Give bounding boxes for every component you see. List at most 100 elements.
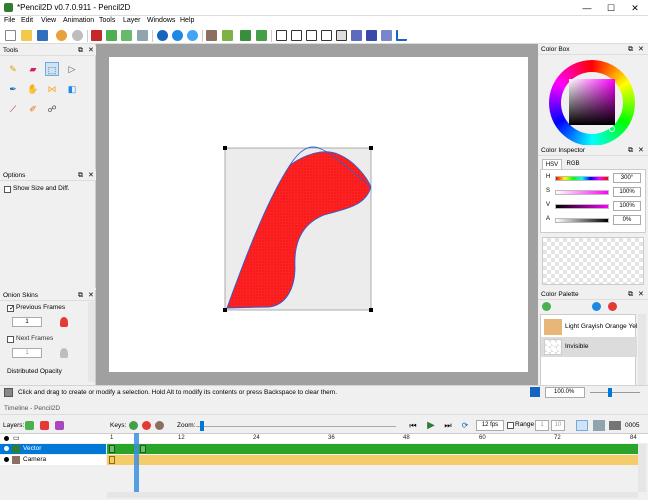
camera-path-icon[interactable] xyxy=(396,30,407,41)
s-value[interactable]: 100% xyxy=(613,187,641,197)
s-slider[interactable] xyxy=(555,190,609,195)
copy-icon[interactable] xyxy=(106,30,117,41)
add-layer-icon[interactable] xyxy=(25,421,34,430)
new-file-icon[interactable] xyxy=(5,30,16,41)
v-value[interactable]: 100% xyxy=(613,201,641,211)
palette-item[interactable]: Light Grayish Orange Yel xyxy=(541,317,637,337)
range-checkbox[interactable] xyxy=(507,422,514,429)
grid-thirds-icon[interactable] xyxy=(276,30,287,41)
timeline-v-scrollbar[interactable] xyxy=(638,444,646,492)
zoom-slider-handle[interactable] xyxy=(608,388,612,397)
polyline-icon[interactable]: ⋈ xyxy=(45,82,59,96)
lock-all-icon[interactable]: ▭ xyxy=(13,434,20,442)
duplicate-key-icon[interactable] xyxy=(155,421,164,430)
a-slider[interactable] xyxy=(555,218,609,223)
remove-layer-icon[interactable] xyxy=(40,421,49,430)
menu-edit[interactable]: Edit xyxy=(21,17,33,24)
keyframe[interactable] xyxy=(140,445,146,453)
minimize-button[interactable]: — xyxy=(576,0,598,16)
save-icon[interactable] xyxy=(37,30,48,41)
layer-row-vector[interactable]: Vector xyxy=(0,444,106,454)
remove-color-icon[interactable] xyxy=(608,302,617,311)
flip-vertical-icon[interactable] xyxy=(222,30,233,41)
menu-windows[interactable]: Windows xyxy=(147,17,175,24)
close-panel-icon[interactable]: ✕ xyxy=(88,171,94,181)
saturation-value-square[interactable] xyxy=(569,79,615,125)
zoom-out-icon[interactable] xyxy=(172,30,183,41)
hand-icon[interactable]: ✋ xyxy=(26,82,40,96)
grid-quarter-icon[interactable] xyxy=(256,30,267,41)
visibility-icon[interactable] xyxy=(4,457,9,462)
previous-frames-spinbox[interactable]: 1 xyxy=(12,317,42,327)
a-value[interactable]: 0% xyxy=(613,215,641,225)
paste-icon[interactable] xyxy=(121,30,132,41)
sound-scrub-icon[interactable] xyxy=(576,420,588,431)
playhead[interactable] xyxy=(134,433,139,493)
grid-icon[interactable] xyxy=(240,30,251,41)
vector-track[interactable] xyxy=(107,444,638,454)
timeline-scrollbar[interactable] xyxy=(107,492,638,498)
close-panel-icon[interactable]: ✕ xyxy=(638,146,644,156)
smudge-icon[interactable]: ☍ xyxy=(45,102,59,116)
bucket-icon[interactable]: ◧ xyxy=(65,82,79,96)
timeline-zoom-handle[interactable] xyxy=(200,421,204,431)
overlay-center-icon[interactable] xyxy=(336,30,347,41)
undo-icon[interactable] xyxy=(56,30,67,41)
close-panel-icon[interactable]: ✕ xyxy=(88,291,94,301)
onion-prev-color-icon[interactable] xyxy=(60,317,68,327)
play-icon[interactable]: ▶ xyxy=(425,420,437,431)
zoom-reset-icon[interactable] xyxy=(530,387,540,397)
visibility-icon[interactable] xyxy=(4,446,9,451)
float-icon[interactable]: ⧉ xyxy=(628,45,633,55)
onion-skin-next-icon[interactable] xyxy=(366,30,377,41)
move-icon[interactable]: ▷ xyxy=(65,62,79,76)
palette-menu-icon[interactable] xyxy=(592,302,601,311)
select-icon[interactable]: ⬚ xyxy=(45,62,59,76)
previous-frames-checkbox[interactable]: ✓ xyxy=(7,305,15,312)
selection-handle[interactable] xyxy=(223,146,227,150)
eyedropper-icon[interactable]: ⟋ xyxy=(6,102,20,116)
brush-icon[interactable]: ✐ xyxy=(26,102,40,116)
selection-handle[interactable] xyxy=(369,308,373,312)
timeline-zoom-slider[interactable] xyxy=(196,426,396,427)
open-file-icon[interactable] xyxy=(21,30,32,41)
selection-handle[interactable] xyxy=(369,146,373,150)
loop-icon[interactable]: ⟳ xyxy=(459,420,471,431)
zoom-in-icon[interactable] xyxy=(157,30,168,41)
menu-animation[interactable]: Animation xyxy=(63,17,94,24)
float-icon[interactable]: ⧉ xyxy=(78,46,83,56)
float-icon[interactable]: ⧉ xyxy=(628,146,633,156)
redo-icon[interactable] xyxy=(72,30,83,41)
onion-skin-both-icon[interactable] xyxy=(381,30,392,41)
keyframe[interactable] xyxy=(109,456,115,464)
close-panel-icon[interactable]: ✕ xyxy=(88,46,94,56)
remove-key-icon[interactable] xyxy=(142,421,151,430)
rotate-icon[interactable] xyxy=(187,30,198,41)
duplicate-layer-icon[interactable] xyxy=(55,421,64,430)
sound-icon[interactable] xyxy=(593,420,605,431)
v-slider[interactable] xyxy=(555,204,609,209)
onion-next-color-icon[interactable] xyxy=(60,348,68,358)
menu-file[interactable]: File xyxy=(4,17,15,24)
overlay-perspective-icon[interactable] xyxy=(321,30,332,41)
color-picker-handle[interactable] xyxy=(609,126,615,132)
drawing-canvas[interactable] xyxy=(109,57,528,372)
skip-back-icon[interactable]: ⏮ xyxy=(408,420,418,431)
onion-timeline-icon[interactable] xyxy=(609,421,621,430)
zoom-combobox[interactable]: 100.0% xyxy=(545,387,585,398)
add-key-icon[interactable] xyxy=(129,421,138,430)
float-icon[interactable]: ⧉ xyxy=(628,290,633,300)
fps-spinbox[interactable]: 12 fps xyxy=(476,420,504,431)
palette-item[interactable]: Invisible xyxy=(541,337,637,357)
grid-center-icon[interactable] xyxy=(291,30,302,41)
crop-icon[interactable] xyxy=(137,30,148,41)
tab-hsv[interactable]: HSV xyxy=(542,159,562,169)
menu-tools[interactable]: Tools xyxy=(99,17,115,24)
camera-track[interactable] xyxy=(107,455,638,465)
maximize-button[interactable]: ☐ xyxy=(600,0,622,16)
eraser-icon[interactable]: ▰ xyxy=(26,62,40,76)
skip-forward-icon[interactable]: ⏭ xyxy=(443,420,453,431)
range-end[interactable]: 10 xyxy=(551,420,565,431)
zoom-slider-track[interactable] xyxy=(590,392,640,393)
pencil-icon[interactable]: ✎ xyxy=(6,62,20,76)
